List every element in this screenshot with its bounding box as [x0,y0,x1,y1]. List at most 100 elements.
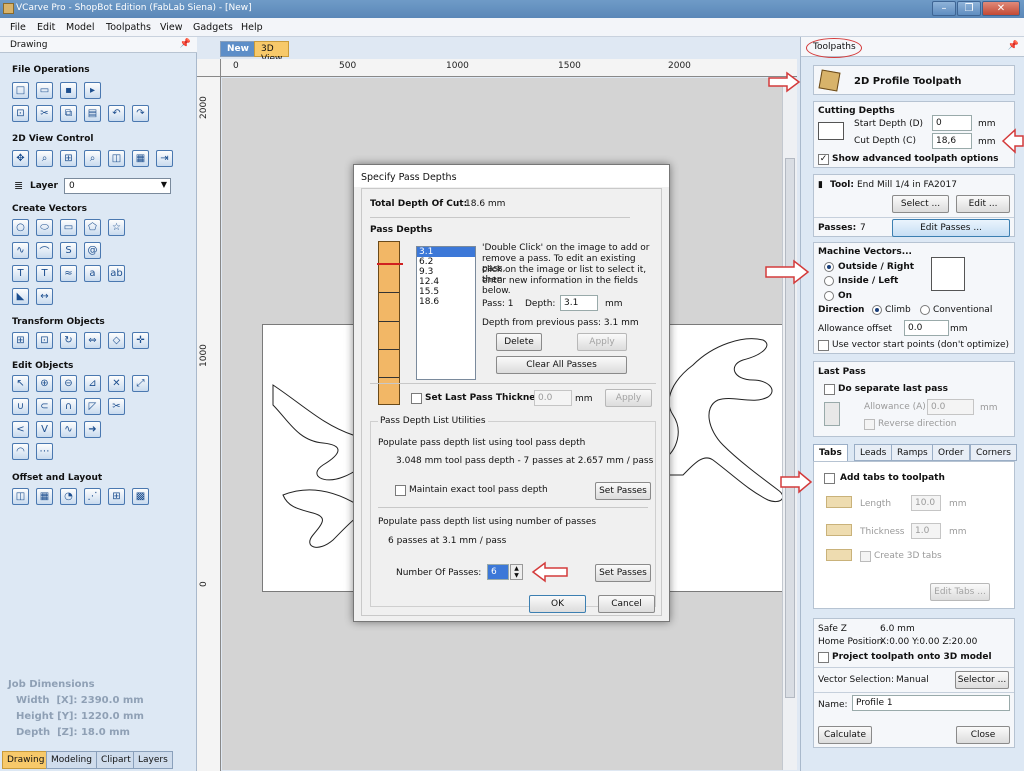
passes-spinner[interactable]: ▲ ▼ [510,564,523,580]
rotate-icon[interactable]: ↻ [60,332,77,349]
vertical-scrollbar[interactable] [782,78,797,770]
cut-depth-input[interactable]: 18,6 [932,133,972,149]
reverse-direction-checkbox[interactable] [864,419,875,430]
pin-icon[interactable]: 📌 [180,39,191,49]
delete-button[interactable]: Delete [496,333,542,351]
circle-icon[interactable]: ○ [12,219,29,236]
star-icon[interactable]: ☆ [108,219,125,236]
circular-copy-icon[interactable]: ◔ [60,488,77,505]
menu-edit[interactable]: Edit [37,22,55,33]
show-advanced-checkbox[interactable]: ✓ [818,154,829,165]
nest-parts-icon[interactable]: ▩ [132,488,149,505]
conventional-radio[interactable] [920,305,930,315]
node-edit-icon[interactable]: ↖ [12,375,29,392]
apply-depth-button[interactable]: Apply [577,333,627,351]
selector-button[interactable]: Selector ... [955,671,1009,689]
measure-icon[interactable]: ⤢ [132,375,149,392]
list-item[interactable]: 15.5 [417,287,475,297]
calculate-button[interactable]: Calculate [818,726,872,744]
trim-icon[interactable]: ✂ [108,398,125,415]
use-vector-start-checkbox[interactable] [818,340,829,351]
zoom-extents-icon[interactable]: ⊞ [60,150,77,167]
edit-tabs-button[interactable]: Edit Tabs ... [930,583,990,601]
spiral-icon[interactable]: @ [84,242,101,259]
number-of-passes-input[interactable]: 6 [487,564,509,580]
import-icon[interactable]: ▸ [84,82,101,99]
edit-tool-button[interactable]: Edit ... [956,195,1010,213]
list-item[interactable]: 12.4 [417,277,475,287]
list-item[interactable]: 6.2 [417,257,475,267]
start-depth-input[interactable]: 0 [932,115,972,131]
job-setup-icon[interactable]: ⊡ [12,105,29,122]
toolpath-name-input[interactable]: Profile 1 [852,695,1010,711]
intersect-icon[interactable]: ∩ [60,398,77,415]
menu-gadgets[interactable]: Gadgets [193,22,233,33]
set-passes-tool-button[interactable]: Set Passes [595,482,651,500]
group-icon[interactable]: ⊕ [36,375,53,392]
copy-along-icon[interactable]: ⋯ [36,443,53,460]
allowance-a-input[interactable]: 0.0 [927,399,974,415]
distort-icon[interactable]: ◇ [108,332,125,349]
tab-thickness-input[interactable]: 1.0 [911,523,941,539]
project-toolpath-checkbox[interactable] [818,652,829,663]
text-icon[interactable]: T [12,265,29,282]
mirror-icon[interactable]: ⇔ [84,332,101,349]
dimensions-icon[interactable]: ↔ [36,288,53,305]
last-pass-thickness-input[interactable]: 0.0 [534,390,572,406]
tab-length-input[interactable]: 10.0 [911,495,941,511]
tab-corners[interactable]: Corners [970,444,1017,461]
set-last-pass-checkbox[interactable] [411,393,422,404]
rectangle-icon[interactable]: ▭ [60,219,77,236]
tab-order[interactable]: Order [932,444,970,461]
outside-right-radio[interactable] [824,262,834,272]
pan-icon[interactable]: ✥ [12,150,29,167]
pass-depth-list[interactable]: 3.1 6.2 9.3 12.4 15.5 18.6 [416,246,476,380]
on-radio[interactable] [824,291,834,301]
extend-icon[interactable]: < [12,421,29,438]
align-icon[interactable]: ✛ [132,332,149,349]
trace-bitmap-icon[interactable]: ◣ [12,288,29,305]
tab-layers[interactable]: Layers [133,751,173,769]
zoom-selection-icon[interactable]: ⌕ [84,150,101,167]
add-tabs-checkbox[interactable] [824,473,835,484]
arrow-icon[interactable]: ➜ [84,421,101,438]
tab-3d-view[interactable]: 3D View [254,41,290,64]
fillet-icon[interactable]: ◸ [84,398,101,415]
layer-select[interactable]: 0 ▼ [64,178,171,194]
climb-radio[interactable] [872,305,882,315]
polyline-icon[interactable]: ∿ [12,242,29,259]
tab-tabs[interactable]: Tabs [813,444,848,461]
close-button[interactable]: Close [956,726,1010,744]
allowance-offset-input[interactable]: 0.0 [904,320,949,336]
pass-depth-image[interactable] [377,241,403,405]
pin-icon[interactable]: 📌 [1008,41,1019,51]
maintain-exact-checkbox[interactable] [395,485,406,496]
scroll-thumb[interactable] [785,158,795,698]
list-item[interactable]: 9.3 [417,267,475,277]
tab-modeling[interactable]: Modeling [46,751,97,769]
do-separate-last-pass-checkbox[interactable] [824,384,835,395]
menu-model[interactable]: Model [66,22,95,33]
ellipse-icon[interactable]: ⬭ [36,219,53,236]
list-item[interactable]: 18.6 [417,297,475,307]
join-icon[interactable]: ⊿ [84,375,101,392]
offset-icon[interactable]: ◫ [12,488,29,505]
move-icon[interactable]: ⊞ [12,332,29,349]
nesting-icon[interactable]: ⊞ [108,488,125,505]
redo-icon[interactable]: ↷ [132,105,149,122]
copy-icon[interactable]: ⧉ [60,105,77,122]
ok-button[interactable]: OK [529,595,586,613]
close-window-button[interactable]: ✕ [982,1,1020,16]
depth-input[interactable]: 3.1 [560,295,598,311]
curve-fit-icon[interactable]: ∿ [60,421,77,438]
paste-icon[interactable]: ▤ [84,105,101,122]
tab-drawing[interactable]: Drawing [2,751,50,769]
open-folder-icon[interactable]: ▭ [36,82,53,99]
subtract-icon[interactable]: ⊂ [36,398,53,415]
array-copy-icon[interactable]: ▦ [36,488,53,505]
text-box-icon[interactable]: T [36,265,53,282]
list-item[interactable]: 3.1 [417,247,475,257]
vcarve-icon[interactable]: V [36,421,53,438]
undo-icon[interactable]: ↶ [108,105,125,122]
save-icon[interactable]: ▪ [60,82,77,99]
